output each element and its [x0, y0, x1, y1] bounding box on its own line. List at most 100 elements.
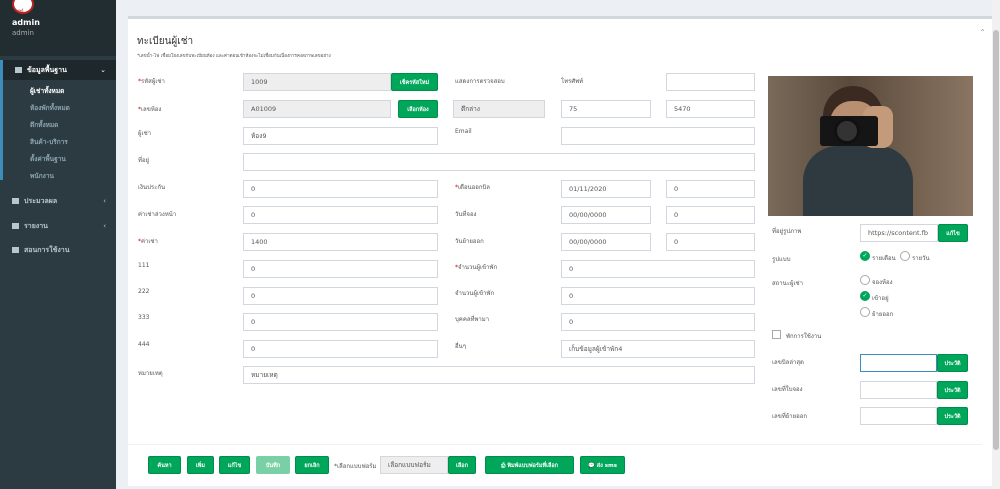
label-advance: ค่าเช่าล่วงหน้า [138, 211, 177, 218]
form-select-label: *เลือกแบบฟอร์ม [334, 463, 377, 470]
sidebar-item-basic[interactable]: ข้อมูลพื้นฐาน ⌄ [0, 60, 116, 80]
footer-divider [128, 444, 982, 445]
label-rent: *ค่าเช่า [138, 238, 158, 245]
note-input[interactable]: หมายเหตุ [243, 366, 755, 384]
label-photo-url: ที่อยู่รูปภาพ [772, 228, 802, 235]
sidebar-sub-staff[interactable]: พนักงาน [30, 171, 54, 181]
user-panel: บุษย์ admin admin [0, 0, 116, 56]
building-input[interactable]: ตึกล่าง [453, 100, 545, 118]
sidebar-sub-tenants[interactable]: ผู้เช่าทั้งหมด [30, 86, 64, 96]
cancel-button[interactable]: ยกเลิก [295, 456, 329, 474]
bill-month-input[interactable]: 01/11/2020 [561, 180, 651, 198]
label-book-no: เลขที่ใบจอง [772, 386, 803, 393]
label-bill-month: *เดือนออกบิล [455, 184, 490, 191]
search-button[interactable]: ค้นหา [148, 456, 181, 474]
save-button[interactable]: บันทึก [256, 456, 290, 474]
photo-url-input[interactable]: https://scontent.fb [860, 224, 938, 242]
add-button[interactable]: เพิ่ม [187, 456, 214, 474]
chat-icon: 💬 [587, 463, 597, 469]
address-input[interactable] [243, 153, 755, 171]
f222-input[interactable]: 0 [243, 287, 438, 305]
list-icon [12, 198, 19, 204]
sidebar-item-report[interactable]: รายงาน ‹ [0, 216, 116, 236]
page-subtitle: *เลขน้ำ-ไฟ เชื่อมโยงเลขกับทะเบียนห้อง แล… [137, 54, 331, 59]
send-sms-button[interactable]: 💬 ส่ง sms [580, 456, 625, 474]
form-select[interactable]: เลือกแบบฟอร์ม [380, 456, 448, 474]
label-deposit: เงินประกัน [138, 184, 166, 191]
sidebar-sub-rooms[interactable]: ห้องพักทั้งหมด [30, 103, 70, 113]
label-room: *เลขห้อง [138, 106, 162, 113]
status-in-radio[interactable]: ✓ [860, 291, 870, 301]
stop-use-label: พักการใช้งาน [786, 333, 822, 340]
sidebar-item-manual[interactable]: สอนการใช้งาน [0, 240, 116, 260]
page-title: ทะเบียนผู้เช่า [137, 36, 194, 47]
out-no-history-button[interactable]: ประวัติ [937, 407, 968, 425]
label-type: รูปแบบ [772, 256, 791, 263]
sidebar-sub-settings[interactable]: ตั้งค่าพื้นฐาน [30, 154, 66, 164]
label-out-no: เลขที่ย้ายออก [772, 413, 808, 420]
bill-month-n-input[interactable]: 0 [666, 180, 755, 198]
rent-input[interactable]: 1400 [243, 233, 438, 251]
book-no-history-button[interactable]: ประวัติ [937, 381, 968, 399]
room-input[interactable]: A01009 [243, 100, 391, 118]
label-status: สถานะผู้เช่า [772, 280, 803, 287]
pick-form-button[interactable]: เลือก [448, 456, 476, 474]
book-date-n-input[interactable]: 0 [666, 206, 755, 224]
type-day-radio[interactable] [900, 251, 910, 261]
f444-input[interactable]: 0 [243, 340, 438, 358]
recent-bill-input[interactable] [860, 354, 937, 372]
label-residents2: จำนวนผู้เข้าพัก [455, 290, 495, 297]
label-address: ที่อยู่ [138, 157, 150, 164]
label-refer: บุคคลที่พามา [455, 316, 490, 323]
type-month-radio[interactable]: ✓ [860, 251, 870, 261]
out-date-n-input[interactable]: 0 [666, 233, 755, 251]
label-222: 222 [138, 288, 150, 295]
out-date-input[interactable]: 00/00/0000 [561, 233, 651, 251]
pick-room-button[interactable]: เลือกห้อง [398, 100, 438, 118]
sidebar-sub-products[interactable]: สินค้า-บริการ [30, 137, 68, 147]
tenant-input[interactable]: ห้อง9 [243, 127, 438, 145]
sidebar-item-process[interactable]: ประมวลผล ‹ [0, 191, 116, 211]
label-phone: โทรศัพท์ [561, 78, 584, 85]
type-day-label: รายวัน [912, 255, 930, 262]
type-month-label: รายเดือน [872, 255, 896, 262]
label-doc: แสดงการตรวจสอบ [455, 78, 505, 85]
print-form-button[interactable]: ⎙ พิมพ์แบบฟอร์มที่เลือก [485, 456, 574, 474]
email-input[interactable] [561, 127, 755, 145]
label-residents: *จำนวนผู้เข้าพัก [455, 264, 498, 271]
label-note: หมายเหตุ [138, 370, 163, 377]
status-out-label: ย้ายออก [872, 311, 894, 318]
label-recent-bill: เลขบิลล่าสุด [772, 359, 804, 366]
f111-input[interactable]: 0 [243, 260, 438, 278]
sidebar: บุษย์ admin admin ข้อมูลพื้นฐาน ⌄ ผู้เช่า… [0, 0, 116, 489]
edit-photo-button[interactable]: แก้ไข [938, 224, 968, 242]
tenant-photo [768, 76, 973, 216]
out-no-input[interactable] [860, 407, 937, 425]
label-email: Email [455, 128, 472, 135]
sidebar-sub-buildings[interactable]: ตึกทั้งหมด [30, 120, 58, 130]
book-date-input[interactable]: 00/00/0000 [561, 206, 651, 224]
meter1-input[interactable]: 75 [561, 100, 651, 118]
book-no-input[interactable] [860, 381, 937, 399]
deposit-input[interactable]: 0 [243, 180, 438, 198]
code-input[interactable]: 1009 [243, 73, 391, 91]
residents-input[interactable]: 0 [561, 260, 755, 278]
collapse-icon[interactable]: ⌃ [979, 28, 986, 37]
refer-input[interactable]: 0 [561, 313, 755, 331]
other-input[interactable]: เก็บข้อมูลผู้เข้าพัก4 [561, 340, 755, 358]
phone-input[interactable] [666, 73, 755, 91]
advance-input[interactable]: 0 [243, 206, 438, 224]
status-out-radio[interactable] [860, 307, 870, 317]
label-tenant: ผู้เช่า [138, 130, 152, 137]
new-code-button[interactable]: เช็ครหัสใหม่ [391, 73, 438, 91]
meter2-input[interactable]: 5470 [666, 100, 755, 118]
label-code: *รหัสผู้เช่า [138, 78, 165, 85]
scrollbar-thumb[interactable] [993, 30, 999, 450]
f333-input[interactable]: 0 [243, 313, 438, 331]
label-other: อื่นๆ [455, 343, 466, 350]
status-book-radio[interactable] [860, 275, 870, 285]
edit-button[interactable]: แก้ไข [219, 456, 250, 474]
stop-use-checkbox[interactable] [772, 330, 781, 339]
recent-bill-history-button[interactable]: ประวัติ [937, 354, 968, 372]
residents2-input[interactable]: 0 [561, 287, 755, 305]
